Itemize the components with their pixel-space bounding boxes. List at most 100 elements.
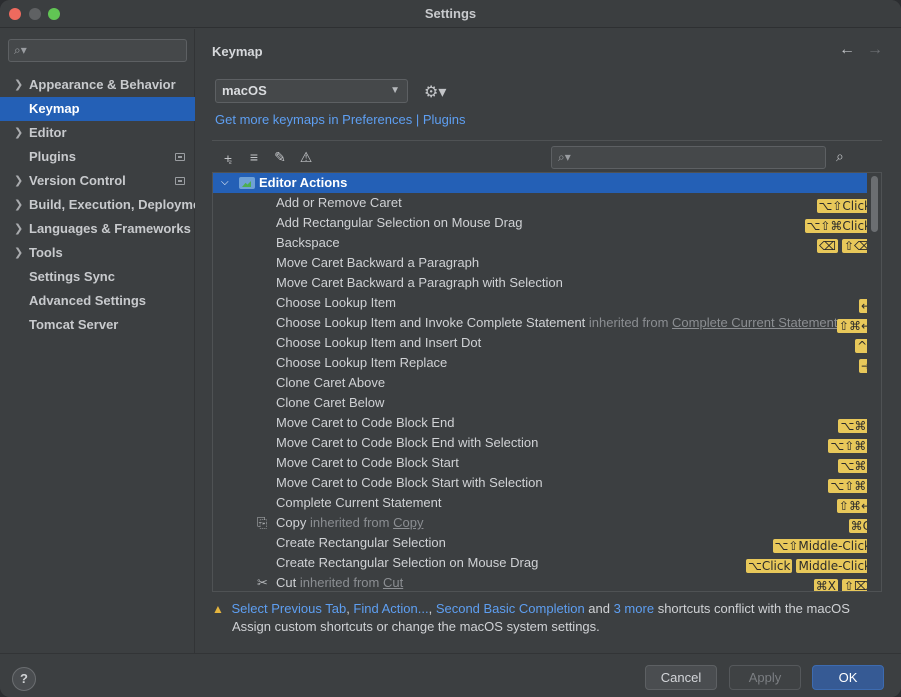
action-row[interactable]: Clone Caret Below: [213, 393, 881, 413]
action-label: Clone Caret Below: [276, 395, 385, 410]
action-row[interactable]: Create Rectangular Selection on Mouse Dr…: [213, 553, 881, 573]
action-row[interactable]: Move Caret to Code Block End with Select…: [213, 433, 881, 453]
sidebar-item[interactable]: Tomcat Server: [0, 313, 195, 337]
dialog-footer: ? Cancel Apply OK: [0, 653, 901, 697]
action-row[interactable]: Choose Lookup Item and Insert Dot ^.: [213, 333, 881, 353]
shortcut-list: ⌥⇧⌘Click: [801, 216, 873, 233]
keymap-dropdown[interactable]: macOS ▼: [215, 79, 408, 103]
sidebar-item-label: Plugins: [29, 149, 76, 164]
folder-icon: [239, 177, 255, 189]
ok-button[interactable]: OK: [812, 665, 884, 690]
chevron-right-icon[interactable]: ❯: [14, 241, 23, 265]
sidebar-item[interactable]: Plugins: [0, 145, 195, 169]
title-bar: Settings: [0, 0, 901, 28]
sidebar-item[interactable]: ❯ Languages & Frameworks: [0, 217, 195, 241]
chevron-right-icon[interactable]: ❯: [14, 217, 23, 241]
forward-arrow-icon[interactable]: →: [867, 41, 883, 58]
conflict-link[interactable]: Find Action...: [353, 601, 428, 616]
inherited-prefix: inherited from: [299, 575, 380, 590]
shortcut-badge: ⌫: [817, 239, 838, 253]
action-row[interactable]: Create Rectangular Selection ⌥⇧Middle-Cli…: [213, 533, 881, 553]
shortcut-list: ⌥⇧⌘]: [824, 436, 873, 453]
sidebar-search-input[interactable]: ⌕▾: [8, 39, 187, 62]
chevron-down-icon[interactable]: ⌵: [221, 173, 229, 193]
chevron-right-icon[interactable]: ❯: [14, 193, 23, 217]
shortcut-list: ⌘X ⇧⌦: [810, 576, 873, 592]
inherited-prefix: inherited from: [309, 515, 390, 530]
conflict-link[interactable]: Select Previous Tab: [232, 601, 347, 616]
action-row[interactable]: Move Caret to Code Block Start with Sele…: [213, 473, 881, 493]
back-arrow-icon[interactable]: ←: [839, 41, 855, 58]
action-row[interactable]: Choose Lookup Item Replace ⇥: [213, 353, 881, 373]
warning-text: shortcuts conflict with the macOS: [657, 601, 850, 616]
action-row[interactable]: ✂ Cut inherited from Cut ⌘X ⇧⌦: [213, 573, 881, 592]
sidebar-item[interactable]: ❯ Tools: [0, 241, 195, 265]
action-label: Add Rectangular Selection on Mouse Drag: [276, 215, 523, 230]
sidebar-item-label: Settings Sync: [29, 269, 115, 284]
chevron-right-icon[interactable]: ❯: [14, 73, 23, 97]
divider: [212, 140, 882, 141]
action-row[interactable]: Move Caret to Code Block Start ⌥⌘[: [213, 453, 881, 473]
tree-node-editor-actions[interactable]: ⌵ Editor Actions: [213, 173, 881, 193]
chevron-right-icon[interactable]: ❯: [14, 121, 23, 145]
sidebar-item[interactable]: ❯ Appearance & Behavior: [0, 73, 195, 97]
action-row[interactable]: Move Caret Backward a Paragraph: [213, 253, 881, 273]
chevron-right-icon[interactable]: ❯: [14, 169, 23, 193]
sidebar-item-label: Editor: [29, 125, 67, 140]
apply-button[interactable]: Apply: [729, 665, 801, 690]
action-row[interactable]: Complete Current Statement ⇧⌘↩: [213, 493, 881, 513]
sidebar-item[interactable]: Keymap: [0, 97, 195, 121]
inherited-note: inherited from Complete Current Statemen…: [585, 315, 838, 330]
action-row[interactable]: Choose Lookup Item and Invoke Complete S…: [213, 313, 881, 333]
shortcut-list: ⌥⇧⌘[: [824, 476, 873, 493]
scrollbar-thumb[interactable]: [871, 176, 878, 232]
sidebar-item[interactable]: ❯ Build, Execution, Deployment: [0, 193, 195, 217]
sidebar-item[interactable]: Settings Sync: [0, 265, 195, 289]
project-level-icon: [175, 153, 185, 161]
warning-icon: ▲: [212, 602, 224, 616]
action-row[interactable]: Add or Remove Caret ⌥⇧Click: [213, 193, 881, 213]
sidebar-item[interactable]: ❯ Editor: [0, 121, 195, 145]
collapse-all-icon[interactable]: ≡: [244, 149, 264, 165]
action-label: Choose Lookup Item and Insert Dot: [276, 335, 482, 350]
shortcut-list: ⌥⇧Click: [813, 196, 873, 213]
copy-icon: ⎘: [257, 515, 268, 530]
sidebar-item[interactable]: Advanced Settings: [0, 289, 195, 313]
action-row[interactable]: Move Caret Backward a Paragraph with Sel…: [213, 273, 881, 293]
find-by-shortcut-icon[interactable]: ⌕: [836, 148, 844, 165]
shortcut-list: ⌥⇧Middle-Click: [769, 536, 873, 553]
inherited-from-link[interactable]: Complete Current Statement: [672, 315, 837, 330]
sidebar-item-label: Advanced Settings: [29, 293, 147, 308]
conflict-link[interactable]: Second Basic Completion: [436, 601, 585, 616]
scrollbar[interactable]: [867, 173, 881, 591]
inherited-from-link[interactable]: Cut: [383, 575, 403, 590]
shortcut-badge: ⌘X: [813, 579, 838, 592]
keymap-panel: Keymap ← → macOS ▼ ⚙▾ Get more keymaps in…: [196, 29, 901, 653]
more-conflicts-link[interactable]: 3 more: [614, 601, 654, 616]
sidebar-item-label: Appearance & Behavior: [29, 77, 176, 92]
keymap-dropdown-value: macOS: [222, 83, 267, 98]
action-row[interactable]: ⎘ Copy inherited from Copy ⌘C: [213, 513, 881, 533]
more-keymaps-link[interactable]: Get more keymaps in Preferences | Plugin…: [215, 112, 466, 127]
action-row[interactable]: Move Caret to Code Block End ⌥⌘]: [213, 413, 881, 433]
action-label: Clone Caret Above: [276, 375, 386, 390]
action-row[interactable]: Choose Lookup Item ↩: [213, 293, 881, 313]
action-label: Copy: [276, 515, 307, 530]
expand-all-icon[interactable]: ⨧: [218, 149, 238, 166]
action-search-input[interactable]: ⌕▾: [551, 146, 826, 169]
edit-icon[interactable]: ✎: [270, 149, 290, 166]
action-row[interactable]: Backspace ⌫ ⇧⌫: [213, 233, 881, 253]
gear-icon[interactable]: ⚙▾: [424, 82, 446, 102]
action-row[interactable]: Clone Caret Above: [213, 373, 881, 393]
inherited-note: inherited from Cut: [296, 575, 403, 590]
inherited-from-link[interactable]: Copy: [393, 515, 423, 530]
warning-icon[interactable]: ⚠: [296, 149, 316, 166]
action-label: Add or Remove Caret: [276, 195, 402, 210]
cancel-button[interactable]: Cancel: [645, 665, 717, 690]
action-row[interactable]: Add Rectangular Selection on Mouse Drag ⌥…: [213, 213, 881, 233]
sidebar-item[interactable]: ❯ Version Control: [0, 169, 195, 193]
help-button[interactable]: ?: [12, 667, 36, 691]
action-label: Move Caret to Code Block End: [276, 415, 455, 430]
window-title: Settings: [424, 6, 477, 21]
shortcut-badge: ⌥⇧⌘Click: [804, 219, 873, 233]
